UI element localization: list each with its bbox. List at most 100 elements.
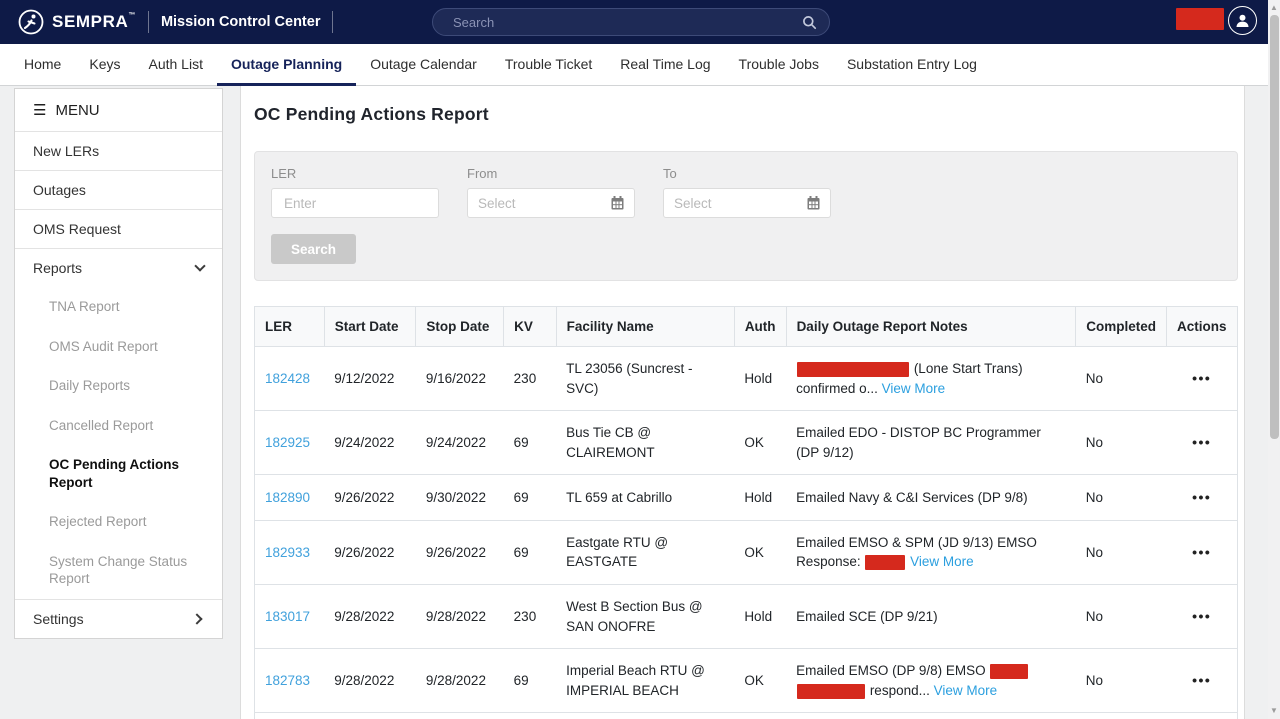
tab-keys[interactable]: Keys [75,44,134,86]
search-button[interactable]: Search [271,234,356,264]
sidebar-item-reports[interactable]: Reports [15,248,222,287]
ler-link[interactable]: 182783 [265,673,310,688]
tab-trouble-ticket[interactable]: Trouble Ticket [491,44,606,86]
cell-auth: Hold [734,713,786,719]
cell-facility-name: TL 659 at Cabrillo [556,475,734,521]
sidebar-item-label: OMS Request [33,221,121,237]
cell-start-date: 9/26/2022 [324,475,416,521]
scrollbar-up-arrow[interactable]: ▲ [1268,2,1280,14]
row-actions-button[interactable]: ••• [1192,489,1211,505]
sidebar-item-cancelled-report[interactable]: Cancelled Report [15,406,222,446]
ler-input[interactable] [282,195,428,212]
tab-real-time-log[interactable]: Real Time Log [606,44,724,86]
ler-link[interactable]: 182428 [265,371,310,386]
row-actions-button[interactable]: ••• [1192,544,1211,560]
sidebar-item-outages[interactable]: Outages [15,170,222,209]
cell-facility-name: Eastgate RTU @ EASTGATE [556,520,734,584]
topbar: SEMPRA™ Mission Control Center [0,0,1280,44]
redacted-username [1176,8,1224,30]
ler-link[interactable]: 183017 [265,609,310,624]
calendar-icon[interactable] [611,196,624,210]
column-header-start-date: Start Date [324,307,416,347]
page-title: OC Pending Actions Report [254,104,1244,125]
tab-auth-list[interactable]: Auth List [134,44,216,86]
sidebar-item-oc-pending-actions-report[interactable]: OC Pending Actions Report [15,445,222,502]
cell-notes: Emailed Navy & C&I Services (DP 9/8) [786,475,1076,521]
cell-kv: 230 [504,584,556,648]
cell-actions: ••• [1166,475,1237,521]
column-header-auth: Auth [734,307,786,347]
scrollbar-down-arrow[interactable]: ▼ [1268,705,1280,717]
cell-facility-name: TL 690 (San Luis Rey - [556,713,734,719]
view-more-link[interactable]: View More [882,381,946,396]
cell-stop-date: 9/28/2022 [416,649,504,713]
sidebar-item-label: Settings [33,611,84,627]
ler-filter-label: LER [271,166,439,181]
sidebar-item-new-lers[interactable]: New LERs [15,131,222,170]
global-search-input[interactable] [451,14,802,31]
calendar-icon[interactable] [807,196,820,210]
cell-kv: 69 [504,713,556,719]
sidebar-item-daily-reports[interactable]: Daily Reports [15,366,222,406]
column-header-daily-outage-report-notes: Daily Outage Report Notes [786,307,1076,347]
cell-ler: 182890 [255,475,325,521]
cell-actions: ••• [1166,713,1237,719]
cell-facility-name: West B Section Bus @ SAN ONOFRE [556,584,734,648]
cell-notes: Requested updated OC SOP 69 (JD 9/29) [786,713,1076,719]
sidebar-item-oms-request[interactable]: OMS Request [15,209,222,248]
sidebar-item-oms-audit-report[interactable]: OMS Audit Report [15,327,222,367]
user-avatar-icon[interactable] [1228,6,1257,35]
cell-notes: Emailed EMSO (DP 9/8) EMSO respond... Vi… [786,649,1076,713]
scrollbar-thumb[interactable] [1270,15,1279,439]
cell-start-date: 9/28/2022 [324,649,416,713]
cell-notes: Emailed SCE (DP 9/21) [786,584,1076,648]
table-row: 1829339/26/20229/26/202269Eastgate RTU @… [255,520,1238,584]
from-date-placeholder: Select [478,196,516,211]
cell-completed: No [1076,520,1167,584]
to-date-placeholder: Select [674,196,712,211]
topbar-divider [148,11,149,33]
cell-actions: ••• [1166,584,1237,648]
cell-ler: 182933 [255,520,325,584]
to-date-input[interactable]: Select [663,188,831,218]
from-date-input[interactable]: Select [467,188,635,218]
brand: SEMPRA™ [18,9,136,35]
cell-ler: 182986 [255,713,325,719]
sidebar-item-tna-report[interactable]: TNA Report [15,287,222,327]
sidebar-item-system-change-status-report[interactable]: System Change Status Report [15,542,222,599]
sidebar-menu-header[interactable]: ☰ MENU [15,89,222,131]
filter-panel: LER From Select [254,151,1238,281]
sidebar-item-label: Rejected Report [49,514,147,529]
cell-facility-name: Bus Tie CB @ CLAIREMONT [556,411,734,475]
sidebar-item-settings[interactable]: Settings [15,599,222,638]
cell-stop-date: 9/28/2022 [416,584,504,648]
cell-start-date: 9/12/2022 [324,347,416,411]
view-more-link[interactable]: View More [910,554,974,569]
cell-completed: No [1076,475,1167,521]
row-actions-button[interactable]: ••• [1192,608,1211,624]
sidebar-item-label: Daily Reports [49,378,130,393]
cell-actions: ••• [1166,411,1237,475]
sidebar-item-label: Outages [33,182,86,198]
tab-outage-calendar[interactable]: Outage Calendar [356,44,491,86]
cell-start-date: 9/24/2022 [324,411,416,475]
ler-link[interactable]: 182933 [265,545,310,560]
pending-actions-table: LERStart DateStop DateKVFacility NameAut… [254,306,1238,719]
ler-link[interactable]: 182925 [265,435,310,450]
tab-trouble-jobs[interactable]: Trouble Jobs [725,44,833,86]
tab-outage-planning[interactable]: Outage Planning [217,44,356,86]
view-more-link[interactable]: View More [934,683,998,698]
topbar-divider-2 [332,11,333,33]
row-actions-button[interactable]: ••• [1192,370,1211,386]
cell-auth: OK [734,411,786,475]
from-filter-label: From [467,166,635,181]
tab-home[interactable]: Home [10,44,75,86]
ler-link[interactable]: 182890 [265,490,310,505]
tab-substation-entry-log[interactable]: Substation Entry Log [833,44,991,86]
row-actions-button[interactable]: ••• [1192,672,1211,688]
row-actions-button[interactable]: ••• [1192,434,1211,450]
column-header-completed: Completed [1076,307,1167,347]
search-icon[interactable] [802,15,817,30]
sidebar-item-rejected-report[interactable]: Rejected Report [15,502,222,542]
table-row: 1829259/24/20229/24/202269Bus Tie CB @ C… [255,411,1238,475]
